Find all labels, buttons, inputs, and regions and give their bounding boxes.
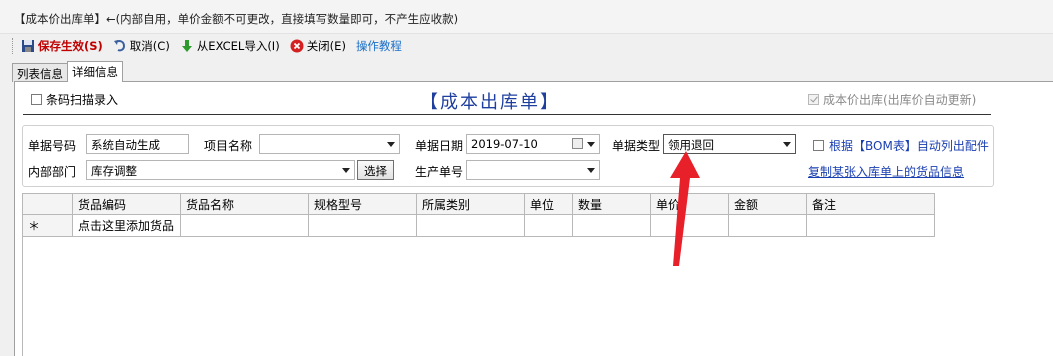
column-header[interactable]: 货品编码 (72, 193, 181, 215)
chevron-down-icon (387, 142, 395, 147)
dept-label: 内部部门 (28, 165, 77, 179)
tab-strip: 列表信息 详细信息 (12, 61, 123, 82)
header-fields: 单据号码 系统自动生成 项目名称 单据日期 2019-07-10 单据类型 领用… (22, 125, 994, 187)
import-excel-button[interactable]: 从EXCEL导入(I) (180, 38, 280, 54)
dept-select[interactable]: 库存调整 (86, 160, 355, 180)
table-cell[interactable] (308, 214, 417, 237)
dept-select-value: 库存调整 (91, 164, 137, 178)
doc-type-label: 单据类型 (612, 139, 661, 153)
select-button[interactable]: 选择 (357, 160, 394, 180)
column-header[interactable]: 所属类别 (416, 193, 525, 215)
cancel-button[interactable]: 取消(C) (113, 38, 170, 54)
save-button[interactable]: 保存生效(S) (21, 38, 103, 54)
tutorial-link[interactable]: 操作教程 (356, 38, 402, 54)
project-label: 项目名称 (204, 139, 253, 153)
import-excel-button-label: 从EXCEL导入(I) (196, 39, 280, 53)
column-header[interactable]: 单位 (524, 193, 573, 215)
cost-out-checkbox (808, 94, 819, 105)
window-title: 【成本价出库单】←(内部自用，单价金额不可更改，直接填写数量即可，不产生应收款) (0, 0, 1053, 34)
table-cell[interactable] (728, 214, 807, 237)
toolbar-grip[interactable] (12, 38, 15, 54)
column-header[interactable]: 金额 (728, 193, 807, 215)
column-header[interactable]: 货品名称 (180, 193, 309, 215)
table-cell[interactable] (180, 214, 309, 237)
close-button[interactable]: 关闭(E) (290, 38, 346, 54)
cost-out-option: 成本价出库(出库价自动更新) (808, 91, 976, 108)
chevron-down-icon (783, 142, 791, 147)
barcode-scan-label: 条码扫描录入 (46, 93, 119, 107)
grid-header-row: 货品编码 货品名称 规格型号 所属类别 单位 数量 单价 金额 备注 (22, 193, 935, 215)
bom-label: 根据【BOM表】自动列出配件 (829, 139, 989, 153)
project-select[interactable] (259, 134, 400, 154)
grid-corner-header (22, 193, 73, 215)
bom-option[interactable]: 根据【BOM表】自动列出配件 (813, 137, 989, 154)
cancel-button-label: 取消(C) (129, 39, 170, 53)
barcode-scan-option[interactable]: 条码扫描录入 (31, 91, 118, 108)
table-cell[interactable] (806, 214, 935, 237)
doc-type-select[interactable]: 领用退回 (663, 134, 796, 154)
new-item-row[interactable]: ＊ 点击这里添加货品 (22, 214, 935, 237)
calendar-icon (572, 138, 583, 149)
barcode-scan-checkbox[interactable] (31, 94, 42, 105)
table-cell[interactable] (650, 214, 729, 237)
doc-date-picker[interactable]: 2019-07-10 (466, 134, 600, 154)
doc-date-label: 单据日期 (415, 139, 464, 153)
chevron-down-icon (342, 168, 350, 173)
cost-out-label: 成本价出库(出库价自动更新) (823, 93, 977, 107)
toolbar: 保存生效(S) 取消(C) 从EXCEL导入(I) 关闭(E) 操作教程 (0, 34, 1053, 58)
column-header[interactable]: 单价 (650, 193, 729, 215)
chevron-down-icon (587, 142, 595, 147)
doc-date-value: 2019-07-10 (471, 137, 538, 151)
table-cell[interactable] (416, 214, 525, 237)
prod-no-select[interactable] (466, 160, 600, 180)
add-item-cell[interactable]: 点击这里添加货品 (72, 214, 181, 237)
table-cell[interactable] (524, 214, 573, 237)
tab-detail-info[interactable]: 详细信息 (67, 61, 123, 82)
doc-no-field[interactable]: 系统自动生成 (86, 134, 189, 154)
table-cell[interactable] (572, 214, 651, 237)
copy-inbound-link[interactable]: 复制某张入库单上的货品信息 (808, 163, 964, 180)
doc-type-value: 领用退回 (668, 138, 714, 152)
chevron-down-icon (587, 168, 595, 173)
close-button-label: 关闭(E) (306, 39, 346, 53)
column-header[interactable]: 数量 (572, 193, 651, 215)
column-header[interactable]: 备注 (806, 193, 935, 215)
column-header[interactable]: 规格型号 (308, 193, 417, 215)
save-button-label: 保存生效(S) (38, 39, 103, 53)
form-title: 【成本出库单】 (420, 92, 560, 113)
detail-panel: 条码扫描录入 【成本出库单】 成本价出库(出库价自动更新) 单据号码 系统自动生… (14, 81, 1053, 356)
floppy-disk-icon (22, 40, 34, 52)
tab-list-info[interactable]: 列表信息 (12, 63, 68, 82)
down-arrow-icon (181, 40, 192, 52)
bom-checkbox[interactable] (813, 140, 824, 151)
items-grid: 货品编码 货品名称 规格型号 所属类别 单位 数量 单价 金额 备注 ＊ 点击这… (22, 193, 935, 237)
new-row-marker: ＊ (22, 214, 73, 237)
close-icon (290, 39, 304, 53)
doc-no-label: 单据号码 (28, 139, 77, 153)
prod-no-label: 生产单号 (415, 165, 464, 179)
grid-left-border (22, 193, 23, 356)
title-divider (23, 114, 991, 115)
undo-phone-icon (113, 40, 125, 52)
